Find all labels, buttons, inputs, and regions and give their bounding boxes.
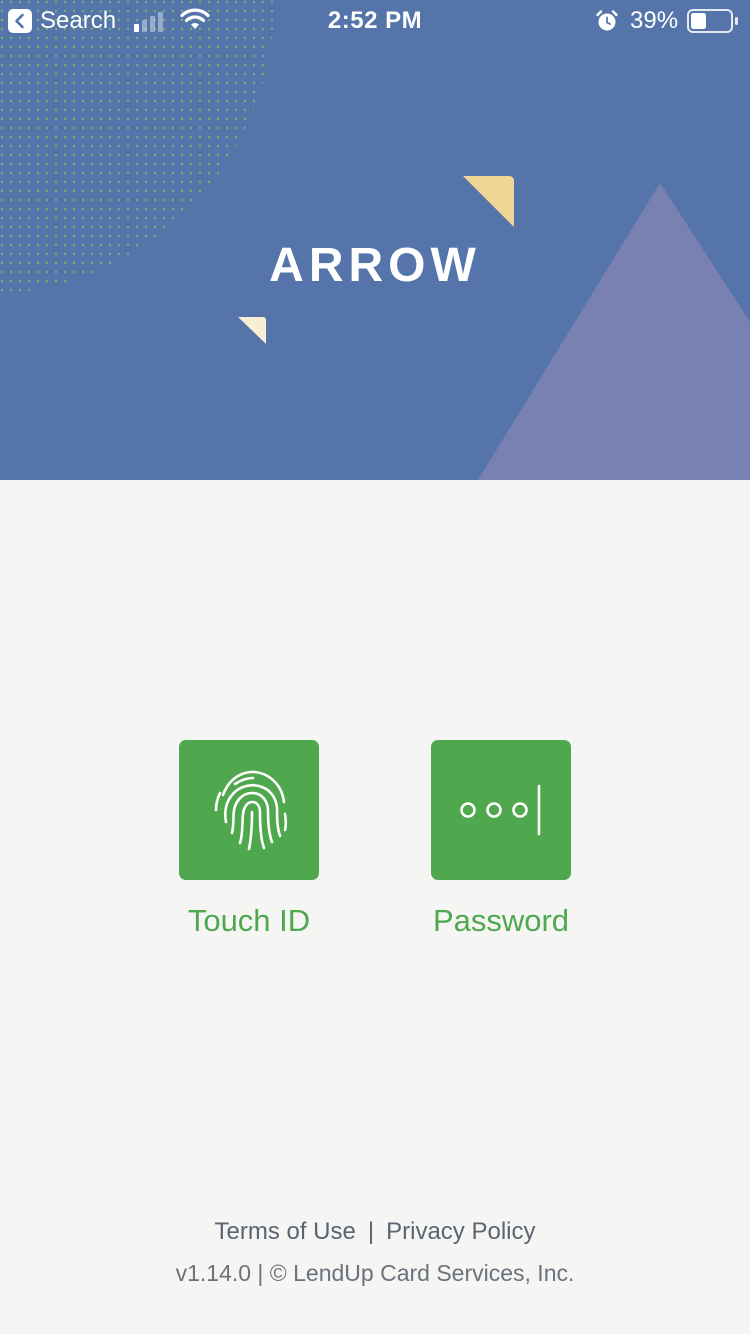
alarm-icon — [596, 10, 618, 31]
touch-id-button[interactable]: Touch ID — [149, 740, 349, 940]
mountain-triangle — [478, 183, 750, 480]
hero-header: ARROW — [0, 0, 750, 480]
footer-links: Terms of Use | Privacy Policy — [0, 1216, 750, 1248]
yellow-triangle — [463, 176, 514, 227]
battery-icon — [687, 9, 738, 33]
version-copyright: v1.14.0 | © LendUp Card Services, Inc. — [175, 1260, 575, 1286]
app-logo: ARROW — [269, 239, 481, 292]
password-label[interactable]: Password — [401, 902, 601, 940]
battery-percentage: 39% — [630, 7, 679, 34]
password-dots-icon — [460, 784, 541, 836]
fingerprint-icon — [214, 770, 288, 851]
terms-of-use-link[interactable]: Terms of Use — [215, 1218, 356, 1245]
status-bar: Search 2:52 PM 39% — [0, 0, 750, 40]
password-tile[interactable] — [431, 740, 571, 880]
battery-level-fill — [691, 13, 706, 29]
privacy-policy-link[interactable]: Privacy Policy — [386, 1218, 535, 1245]
footer-separator: | — [367, 1218, 375, 1245]
login-screen: ARROW Search 2:52 PM 39% Touch ID Passwo… — [0, 0, 750, 1334]
cream-triangle — [238, 317, 266, 344]
password-button[interactable]: Password — [401, 740, 601, 940]
touch-id-tile[interactable] — [179, 740, 319, 880]
touch-id-label[interactable]: Touch ID — [149, 902, 349, 940]
